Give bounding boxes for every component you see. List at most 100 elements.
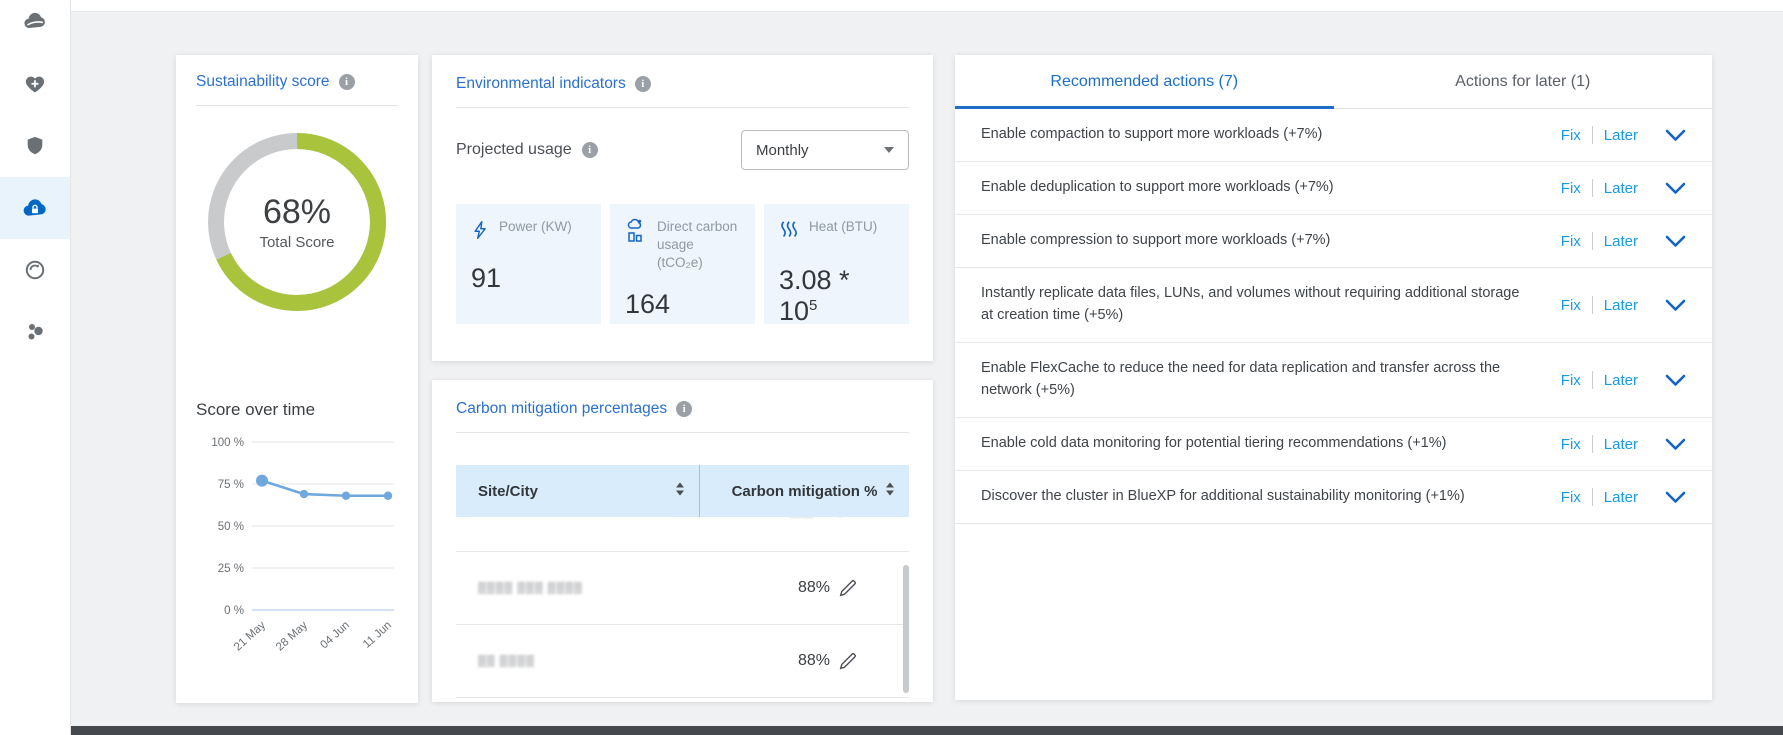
tab-actions-for-later[interactable]: Actions for later (1)	[1334, 55, 1713, 108]
svg-text:11 Jun: 11 Jun	[361, 619, 394, 650]
fix-link[interactable]: Fix	[1561, 436, 1581, 453]
heat-value-exponent: 5	[809, 297, 817, 314]
chevron-down-icon[interactable]	[1665, 438, 1686, 451]
sustainability-score-card: Sustainability score 68% Total Score Sco…	[176, 55, 418, 703]
edit-pencil-icon[interactable]	[837, 517, 859, 520]
divider	[456, 107, 909, 108]
period-dropdown[interactable]: Monthly	[741, 130, 909, 170]
sidebar-item-sync[interactable]	[0, 239, 70, 301]
later-link[interactable]: Later	[1604, 233, 1638, 250]
edit-pencil-icon[interactable]	[837, 577, 859, 599]
sort-icon[interactable]	[885, 482, 895, 501]
divider	[456, 432, 909, 433]
carbon-mitigation-card: Carbon mitigation percentages Site/City …	[432, 380, 933, 702]
cloud-icon	[22, 9, 48, 35]
fix-link[interactable]: Fix	[1561, 233, 1581, 250]
recommended-actions-card: Recommended actions (7) Actions for late…	[955, 55, 1712, 700]
sidebar-item-health[interactable]	[0, 53, 70, 115]
action-text: Enable cold data monitoring for potentia…	[981, 433, 1446, 455]
info-icon[interactable]	[635, 76, 651, 92]
table-scrollbar[interactable]	[903, 565, 909, 693]
divider	[1592, 371, 1593, 389]
projected-usage-label: Projected usage	[456, 141, 572, 159]
heat-icon	[779, 218, 801, 249]
sidebar-item-sustainability[interactable]	[0, 177, 70, 239]
sustainability-cloud-lock-icon	[21, 194, 49, 222]
period-dropdown-value: Monthly	[756, 142, 809, 159]
action-text: Enable compression to support more workl…	[981, 230, 1330, 252]
action-text: Enable deduplication to support more wor…	[981, 177, 1334, 199]
action-row: Instantly replicate data files, LUNs, an…	[955, 268, 1712, 343]
later-link[interactable]: Later	[1604, 372, 1638, 389]
info-icon[interactable]	[339, 74, 355, 90]
later-link[interactable]: Later	[1604, 436, 1638, 453]
later-link[interactable]: Later	[1604, 489, 1638, 506]
sidebar-item-cloud[interactable]	[0, 0, 70, 53]
bottom-window-edge	[70, 726, 1783, 735]
chevron-down-icon[interactable]	[1665, 235, 1686, 248]
later-link[interactable]: Later	[1604, 180, 1638, 197]
top-bar	[70, 0, 1783, 12]
fix-link[interactable]: Fix	[1561, 489, 1581, 506]
site-name-redacted: ▒▒ ▒▒▒▒	[456, 655, 700, 667]
shield-icon	[24, 134, 46, 158]
total-score-value: 68%	[263, 193, 331, 232]
health-heart-icon	[23, 72, 47, 96]
table-row: ▒▒ ▒▒▒▒ 88%	[456, 625, 909, 698]
info-icon[interactable]	[582, 142, 598, 158]
direct-carbon-label: Direct carbon usage (tCO₂e)	[657, 218, 740, 273]
action-row: Discover the cluster in BlueXP for addit…	[955, 471, 1712, 524]
fix-link[interactable]: Fix	[1561, 297, 1581, 314]
chevron-down-icon[interactable]	[1665, 299, 1686, 312]
action-text: Enable FlexCache to reduce the need for …	[981, 358, 1526, 402]
fix-link[interactable]: Fix	[1561, 180, 1581, 197]
svg-text:25 %: 25 %	[218, 563, 244, 575]
action-text: Discover the cluster in BlueXP for addit…	[981, 486, 1465, 508]
later-link[interactable]: Later	[1604, 297, 1638, 314]
heat-value: 3.08 * 10	[779, 265, 850, 326]
chevron-down-icon	[884, 147, 894, 153]
chevron-down-icon[interactable]	[1665, 182, 1686, 195]
column-header-carbon-mitigation[interactable]: Carbon mitigation %	[700, 465, 909, 517]
heat-label: Heat (BTU)	[809, 218, 877, 236]
carbon-card-title: Carbon mitigation percentages	[456, 400, 667, 418]
mitigation-value: 88%	[798, 652, 830, 670]
table-row: ▒▒▒▒▒ ▒▒▒▒ ▒▒▒ ▒▒▒ ▒▒▒▒▒ ▒▒%	[456, 517, 909, 552]
action-row: Enable deduplication to support more wor…	[955, 162, 1712, 215]
power-tile: Power (KW) 91	[456, 204, 601, 324]
divider	[1592, 179, 1593, 197]
total-score-donut-chart: 68% Total Score	[207, 132, 387, 312]
svg-text:100 %: 100 %	[211, 437, 244, 449]
sidebar-item-cluster[interactable]	[0, 301, 70, 363]
column-header-site-city[interactable]: Site/City	[456, 465, 700, 517]
chevron-down-icon[interactable]	[1665, 374, 1686, 387]
fix-link[interactable]: Fix	[1561, 127, 1581, 144]
power-label: Power (KW)	[499, 218, 572, 236]
environmental-indicators-card: Environmental indicators Projected usage…	[432, 55, 933, 361]
sync-icon	[23, 258, 47, 282]
carbon-mitigation-table: Site/City Carbon mitigation % ▒▒▒▒▒ ▒▒▒▒…	[456, 465, 909, 698]
site-name-redacted: ▒▒▒▒ ▒▒▒ ▒▒▒▒	[456, 582, 700, 594]
divider	[1592, 296, 1593, 314]
sidebar-item-security[interactable]	[0, 115, 70, 177]
chevron-down-icon[interactable]	[1665, 129, 1686, 142]
direct-carbon-value: 164	[625, 289, 670, 319]
fix-link[interactable]: Fix	[1561, 372, 1581, 389]
total-score-label: Total Score	[259, 234, 334, 251]
action-row: Enable FlexCache to reduce the need for …	[955, 343, 1712, 418]
divider	[196, 105, 398, 106]
info-icon[interactable]	[676, 401, 692, 417]
score-over-time-chart: 100 %75 %50 %25 %0 %21 May28 May04 Jun11…	[196, 426, 398, 678]
sort-icon[interactable]	[675, 482, 685, 501]
action-text: Enable compaction to support more worklo…	[981, 124, 1322, 146]
edit-pencil-icon[interactable]	[837, 650, 859, 672]
tab-recommended-actions[interactable]: Recommended actions (7)	[955, 55, 1334, 108]
chevron-down-icon[interactable]	[1665, 491, 1686, 504]
cluster-icon	[23, 320, 47, 344]
action-text: Instantly replicate data files, LUNs, an…	[981, 283, 1526, 327]
direct-carbon-tile: Direct carbon usage (tCO₂e) 164	[610, 204, 755, 324]
svg-text:75 %: 75 %	[218, 479, 244, 491]
action-row: Enable compression to support more workl…	[955, 215, 1712, 268]
divider	[1592, 232, 1593, 250]
later-link[interactable]: Later	[1604, 127, 1638, 144]
